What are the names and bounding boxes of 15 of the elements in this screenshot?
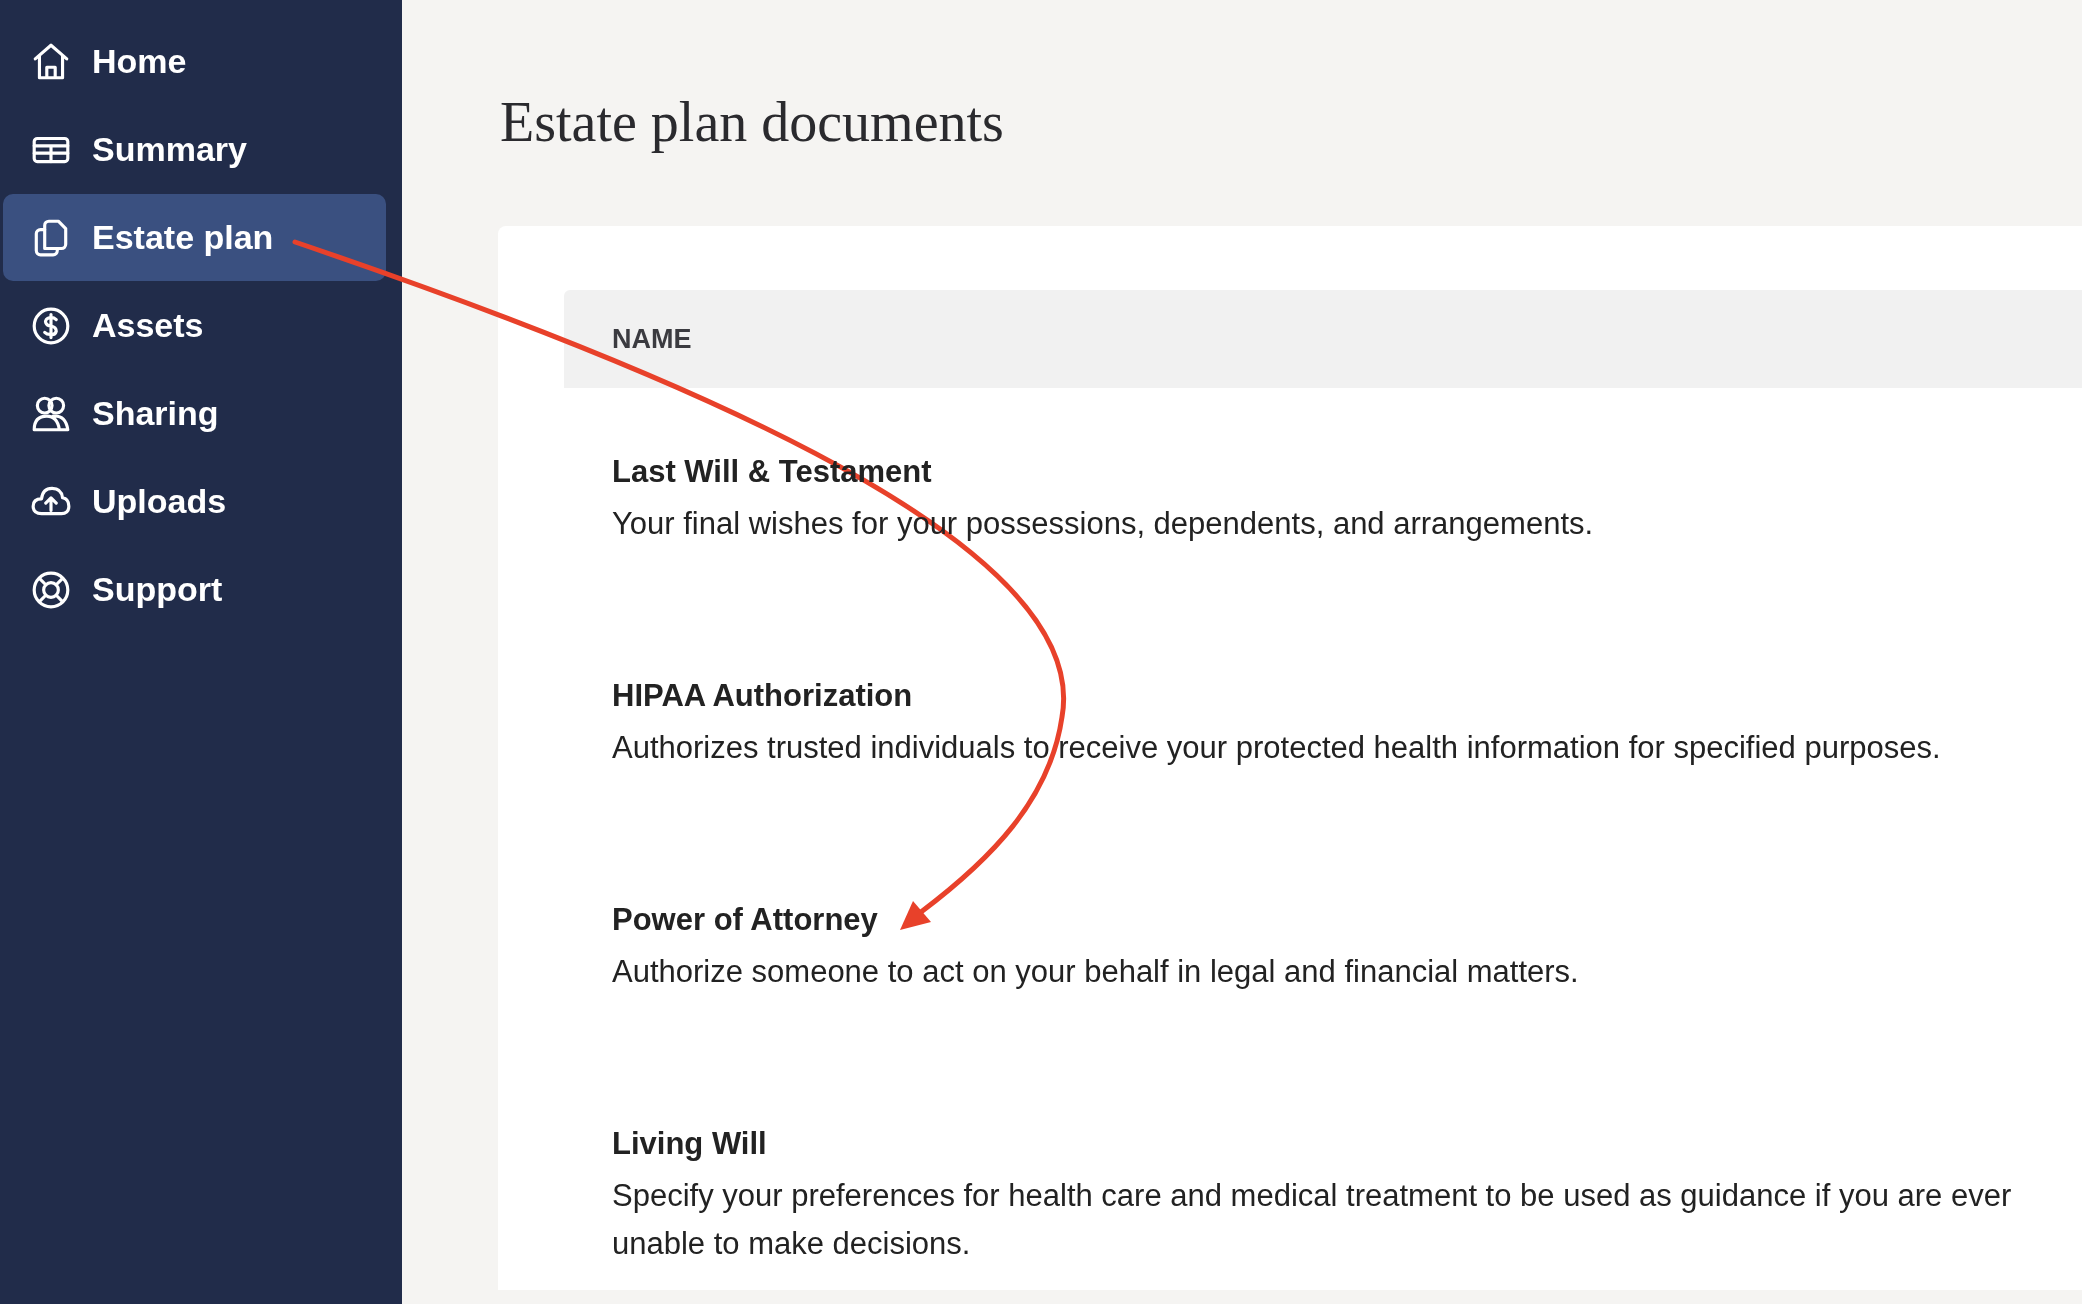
sidebar-item[interactable]: Summary xyxy=(3,106,386,193)
sidebar-item[interactable]: Support xyxy=(3,546,386,633)
sidebar-item[interactable]: Estate plan xyxy=(3,194,386,281)
sidebar-item[interactable]: Uploads xyxy=(3,458,386,545)
column-header: NAME xyxy=(612,323,692,355)
sidebar-item[interactable]: Sharing xyxy=(3,370,386,457)
document-name: HIPAA Authorization xyxy=(612,678,913,714)
sidebar-item[interactable]: Assets xyxy=(3,282,386,369)
document-description: Authorizes trusted individuals to receive your protected health information for specified purposes. xyxy=(612,729,1942,767)
page-title: Estate plan documents xyxy=(500,90,1005,154)
document-name: Power of Attorney xyxy=(612,902,878,938)
document-description: Specify your preferences for health care and medical treatment to be used as guidance if you are ever unable to make decisions. xyxy=(612,1177,2013,1263)
sidebar-item[interactable]: Home xyxy=(3,18,386,105)
document-name: Living Will xyxy=(612,1126,767,1162)
document-description: Authorize someone to act on your behalf in legal and financial matters. xyxy=(612,953,1580,991)
